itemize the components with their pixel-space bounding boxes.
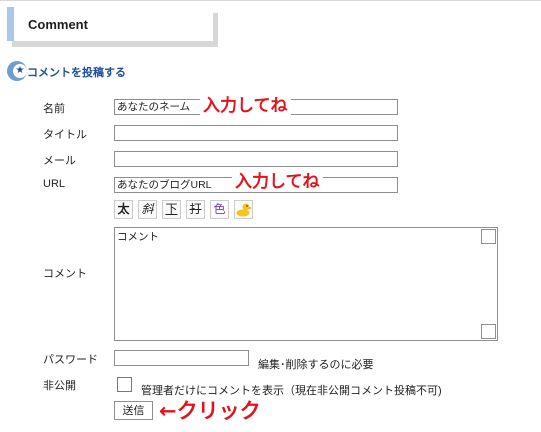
title-label: タイトル xyxy=(43,129,87,141)
color-icon: 色 xyxy=(213,202,226,216)
private-label: 非公開 xyxy=(43,380,76,392)
name-label: 名前 xyxy=(43,103,65,115)
url-label: URL xyxy=(43,178,66,190)
strikethrough-button[interactable]: 打 xyxy=(186,200,205,219)
comment-label: コメント xyxy=(43,268,87,280)
private-checkbox[interactable] xyxy=(117,377,132,392)
url-hint: 入力してね xyxy=(232,172,323,192)
comment-text: コメント xyxy=(117,231,159,243)
password-label: パスワード xyxy=(43,354,98,366)
password-input[interactable] xyxy=(114,350,249,366)
comment-textarea[interactable]: コメント xyxy=(114,227,498,341)
form-heading-text: コメントを投稿する xyxy=(27,67,126,79)
name-hint: 入力してね xyxy=(200,96,291,116)
submit-button[interactable]: 送信 xyxy=(114,401,153,420)
section-title: Comment xyxy=(28,17,88,32)
mail-input[interactable] xyxy=(114,151,398,167)
click-hint: ←クリック xyxy=(159,399,261,423)
top-divider xyxy=(0,0,541,1)
private-checkbox-label: 管理者だけにコメントを表示（現在非公開コメント投稿不可) xyxy=(141,385,442,397)
scroll-down-box[interactable] xyxy=(481,324,496,339)
star-bullet-icon: ★ xyxy=(7,61,27,81)
color-button[interactable]: 色 xyxy=(210,200,229,219)
underline-icon: 下 xyxy=(165,202,178,216)
scroll-up-box[interactable] xyxy=(481,229,496,244)
underline-button[interactable]: 下 xyxy=(162,200,181,219)
emoticon-button[interactable] xyxy=(234,200,253,219)
strikethrough-icon: 打 xyxy=(189,202,202,216)
mail-label: メール xyxy=(43,155,76,167)
title-input[interactable] xyxy=(114,125,398,141)
password-note: 編集･削除するのに必要 xyxy=(258,359,374,371)
italic-icon: 斜 xyxy=(141,202,154,216)
bold-button[interactable]: 太 xyxy=(114,200,133,219)
section-header: Comment xyxy=(7,7,213,41)
bold-icon: 太 xyxy=(117,202,130,216)
italic-button[interactable]: 斜 xyxy=(138,200,157,219)
emoticon-duck-icon xyxy=(236,203,252,217)
